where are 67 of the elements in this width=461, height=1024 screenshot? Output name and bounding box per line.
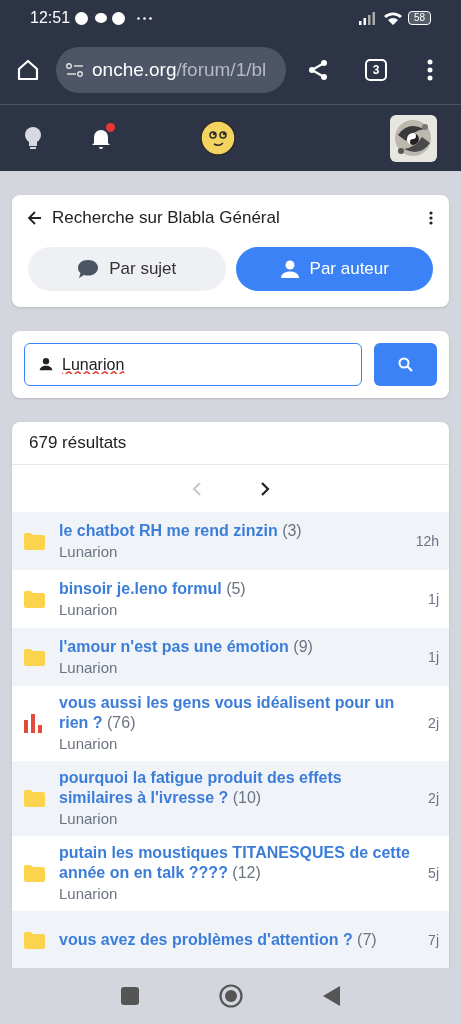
app-notification-icon bbox=[112, 11, 126, 25]
wifi-icon bbox=[382, 10, 403, 26]
search-mode-tab[interactable]: Par auteur bbox=[235, 247, 433, 291]
more-notifications-icon bbox=[137, 16, 153, 20]
person-icon bbox=[279, 259, 300, 279]
search-icon bbox=[398, 357, 413, 372]
folder-icon bbox=[24, 532, 45, 550]
topic-age: 12h bbox=[415, 531, 439, 551]
lightbulb-icon[interactable] bbox=[24, 126, 42, 150]
battery-indicator: 58 bbox=[407, 11, 431, 25]
topic-title[interactable]: le chatbot RH me rend zinzin (3) bbox=[59, 520, 410, 541]
tab-count-button[interactable]: 3 bbox=[365, 59, 387, 81]
topic-title[interactable]: l'amour n'est pas une émotion (9) bbox=[59, 636, 423, 657]
topic-age: 1j bbox=[428, 647, 439, 667]
topic-row[interactable]: binsoir je.leno formul (5) Lunarion 1j bbox=[12, 570, 449, 628]
status-time: 12:51 bbox=[30, 8, 71, 28]
topic-author: Lunarion bbox=[59, 599, 119, 620]
topic-row[interactable]: pourquoi la fatigue produit des effets similaires à l'ivresse ? (10) Lunarion 2j bbox=[12, 761, 449, 836]
person-icon bbox=[39, 357, 53, 371]
folder-icon bbox=[24, 931, 45, 949]
home-icon[interactable] bbox=[16, 58, 40, 82]
author-search-field[interactable]: Lunarion bbox=[24, 343, 362, 386]
back-button[interactable] bbox=[322, 986, 341, 1006]
home-button[interactable] bbox=[218, 984, 243, 1008]
topic-author: Lunarion bbox=[59, 809, 119, 829]
folder-icon bbox=[24, 865, 45, 882]
topic-title[interactable]: pourquoi la fatigue produit des effets similaires à l'ivresse ? (10) bbox=[59, 768, 423, 808]
topic-author: Lunarion bbox=[59, 884, 119, 904]
topic-age: 5j bbox=[428, 864, 439, 883]
chat-bubble-icon bbox=[95, 12, 108, 24]
topic-age: 7j bbox=[428, 930, 439, 950]
topic-author: Lunarion bbox=[59, 541, 119, 562]
search-button[interactable] bbox=[374, 343, 437, 386]
panel-title: Recherche sur Blabla Général bbox=[52, 207, 280, 230]
speech-bubble-icon bbox=[77, 259, 100, 279]
url-text: onche.org/forum/1/bl bbox=[92, 57, 267, 82]
topic-title[interactable]: vous avez des problèmes d'attention ? (7) bbox=[59, 930, 423, 950]
topic-title[interactable]: vous aussi les gens vous idéalisent pour un rien ? (76) bbox=[59, 693, 423, 733]
topic-author: Lunarion bbox=[59, 734, 119, 754]
topic-row[interactable]: vous avez des problèmes d'attention ? (7) 7j bbox=[12, 911, 449, 968]
topic-row[interactable]: vous aussi les gens vous idéalisent pour un rien ? (76) Lunarion 2j bbox=[12, 686, 449, 761]
recents-button[interactable] bbox=[120, 987, 139, 1005]
address-bar[interactable]: onche.org/forum/1/bl bbox=[56, 47, 286, 93]
folder-icon bbox=[24, 648, 45, 666]
site-settings-icon[interactable] bbox=[66, 63, 84, 77]
bell-icon[interactable] bbox=[90, 127, 112, 149]
topic-age: 2j bbox=[428, 714, 439, 733]
topic-title[interactable]: putain les moustiques TITANESQUES de cette année on en talk ???? (12) bbox=[59, 843, 423, 883]
share-icon[interactable] bbox=[306, 58, 330, 82]
topic-age: 1j bbox=[428, 589, 439, 609]
topic-row[interactable]: le chatbot RH me rend zinzin (3) Lunarion 12h bbox=[12, 512, 449, 570]
search-mode-tab[interactable]: Par sujet bbox=[28, 247, 226, 291]
app-notification-icon bbox=[75, 11, 89, 25]
topic-author: Lunarion bbox=[59, 657, 119, 678]
bar-chart-icon bbox=[24, 714, 43, 733]
smiley-face-icon[interactable] bbox=[200, 120, 236, 156]
topic-row[interactable]: putain les moustiques TITANESQUES de cette année on en talk ???? (12) Lunarion 5j bbox=[12, 836, 449, 911]
topic-age: 2j bbox=[428, 789, 439, 808]
back-arrow-icon[interactable] bbox=[28, 211, 42, 225]
signal-icon bbox=[357, 11, 378, 25]
folder-icon bbox=[24, 590, 45, 608]
results-count: 679 résultats bbox=[29, 432, 127, 455]
folder-icon bbox=[24, 790, 45, 807]
topic-row[interactable]: l'amour n'est pas une émotion (9) Lunarion 1j bbox=[12, 628, 449, 686]
topic-title[interactable]: binsoir je.leno formul (5) bbox=[59, 578, 423, 599]
more-icon[interactable] bbox=[429, 211, 433, 225]
more-icon[interactable] bbox=[427, 59, 433, 81]
